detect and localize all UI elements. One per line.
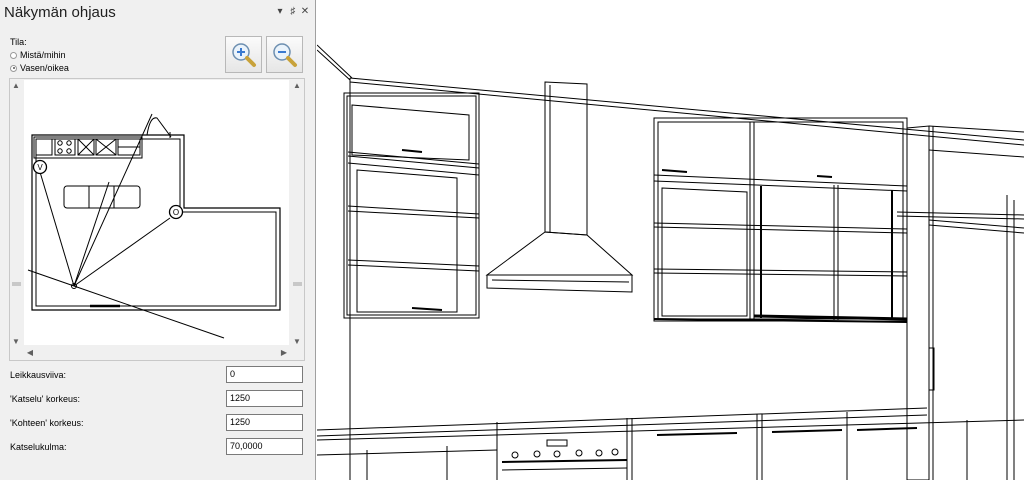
radio-option-left-right[interactable]: Vasen/oikea (10, 63, 69, 73)
radio-label: Mistä/mihin (20, 50, 66, 60)
scroll-down-arrow-right[interactable]: ▼ (292, 337, 302, 346)
view-angle-input[interactable]: 70,0000 (226, 438, 303, 455)
scroll-up-arrow-right[interactable]: ▲ (292, 81, 302, 90)
viewer-height-input[interactable]: 1250 (226, 390, 303, 407)
target-height-input[interactable]: 1250 (226, 414, 303, 431)
section-line-input[interactable]: 0 (226, 366, 303, 383)
viewer-marker-label[interactable]: V (37, 163, 43, 172)
scroll-right-arrow[interactable]: ▶ (279, 348, 289, 357)
floor-plan-view[interactable]: V O (24, 80, 289, 345)
panel-pin-button[interactable]: ♯ (287, 6, 299, 17)
scroll-left-arrow[interactable]: ◀ (25, 348, 35, 357)
radio-indicator (10, 51, 17, 59)
3d-wireframe-view[interactable] (317, 0, 1024, 480)
panel-dropdown-button[interactable]: ▾ (274, 6, 286, 17)
scroll-thumb-left[interactable] (12, 282, 21, 286)
target-marker-label[interactable]: O (173, 208, 179, 217)
zoom-in-button[interactable] (225, 36, 262, 73)
zoom-out-icon (273, 43, 297, 67)
view-angle-label: Katselukulma: (10, 442, 67, 452)
scroll-down-arrow-left[interactable]: ▼ (11, 337, 21, 346)
zoom-out-button[interactable] (266, 36, 303, 73)
mode-label: Tila: (10, 37, 27, 47)
panel-close-button[interactable]: ✕ (299, 6, 311, 17)
zoom-in-icon (232, 43, 256, 67)
radio-indicator (10, 64, 17, 72)
panel-title: Näkymän ohjaus (4, 4, 116, 21)
radio-label: Vasen/oikea (20, 63, 69, 73)
section-line-label: Leikkausviiva: (10, 370, 67, 380)
target-height-label: 'Kohteen' korkeus: (10, 418, 84, 428)
view-control-panel: Näkymän ohjaus ▾ ♯ ✕ Tila: Mistä/mihin V… (0, 0, 316, 480)
radio-option-from-to[interactable]: Mistä/mihin (10, 50, 66, 60)
viewer-height-label: 'Katselu' korkeus: (10, 394, 80, 404)
scroll-thumb-right[interactable] (293, 282, 302, 286)
scroll-up-arrow-left[interactable]: ▲ (11, 81, 21, 90)
